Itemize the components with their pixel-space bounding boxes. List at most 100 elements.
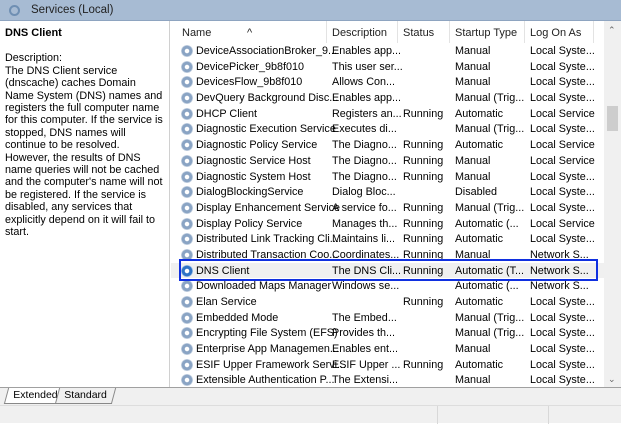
gear-icon xyxy=(181,92,193,105)
service-row[interactable]: Diagnostic Execution Service Executes di.… xyxy=(171,121,604,137)
cell-startup-type: Manual xyxy=(455,45,491,57)
service-row[interactable]: DevicePicker_9b8f010 This user ser... Manu… xyxy=(171,59,604,75)
cell-startup-type: Manual xyxy=(455,248,491,261)
cell-log-on-as: Local Syste... xyxy=(530,170,595,183)
gear-icon xyxy=(181,201,193,214)
cell-startup-type: Automatic xyxy=(455,139,504,152)
cell-name: Enterprise App Managemen... xyxy=(196,343,339,356)
cell-name: DHCP Client xyxy=(196,107,258,120)
cell-description: The Embed... xyxy=(332,311,397,324)
cell-name: DialogBlockingService xyxy=(196,186,304,199)
column-header-status[interactable]: Status xyxy=(403,27,434,39)
cell-log-on-as: Local Syste... xyxy=(530,311,595,324)
service-row[interactable]: Display Policy Service Manages th... Runni… xyxy=(171,216,604,232)
column-header-startup-type[interactable]: Startup Type xyxy=(455,27,517,39)
service-row[interactable]: Diagnostic System Host The Diagno... Runni… xyxy=(171,169,604,185)
cell-name: DNS Client xyxy=(196,264,250,277)
column-header-name[interactable]: Name xyxy=(182,27,211,39)
cell-log-on-as: Network S... xyxy=(530,264,589,277)
cell-name: Diagnostic Policy Service xyxy=(196,139,318,152)
cell-status: Running xyxy=(403,217,444,230)
service-row[interactable]: Embedded Mode The Embed... Manual (Trig...… xyxy=(171,310,604,326)
cell-name: Diagnostic Service Host xyxy=(196,154,311,167)
cell-startup-type: Manual xyxy=(455,76,491,89)
service-row[interactable]: Elan Service Running Automatic Local Syste.… xyxy=(171,294,604,310)
details-pane: DNS Client Description: The DNS Client s… xyxy=(0,21,170,387)
column-header-description[interactable]: Description xyxy=(332,27,387,39)
cell-description: A service fo... xyxy=(332,201,397,214)
column-header-log-on-as[interactable]: Log On As xyxy=(530,27,581,39)
cell-startup-type: Manual xyxy=(455,343,491,356)
cell-description: The Diagno... xyxy=(332,170,397,183)
cell-status: Running xyxy=(403,264,444,277)
cell-startup-type: Manual (Trig... xyxy=(455,311,525,324)
tab-extended-label: Extended xyxy=(13,389,58,401)
cell-log-on-as: Local Syste... xyxy=(530,76,595,89)
tab-standard[interactable]: Standard xyxy=(54,388,116,404)
service-row[interactable]: Distributed Link Tracking Cli... Maintain… xyxy=(171,231,604,247)
cell-log-on-as: Local Syste... xyxy=(530,296,595,308)
cell-description: Allows Con... xyxy=(332,76,396,89)
cell-description: The Extensi... xyxy=(332,374,399,387)
title-bar: Services (Local) xyxy=(0,0,621,21)
cell-startup-type: Automatic xyxy=(455,358,504,371)
service-row[interactable]: Enterprise App Managemen... Enables ent..… xyxy=(171,341,604,357)
cell-log-on-as: Local Syste... xyxy=(530,45,595,57)
gear-icon xyxy=(181,280,193,293)
cell-description: Coordinates... xyxy=(332,248,400,261)
scroll-up-icon[interactable]: ⌃ xyxy=(608,25,616,36)
service-row[interactable]: Downloaded Maps Manager Windows se... Auto… xyxy=(171,278,604,294)
cell-log-on-as: Local Syste... xyxy=(530,233,595,246)
cell-log-on-as: Local Service xyxy=(530,217,595,230)
cell-startup-type: Automatic xyxy=(455,296,504,308)
service-row[interactable]: Encrypting File System (EFS) Provides th.… xyxy=(171,325,604,341)
service-row[interactable]: Diagnostic Policy Service The Diagno... Ru… xyxy=(171,137,604,153)
cell-description: The Diagno... xyxy=(332,154,397,167)
gear-icon xyxy=(181,123,193,136)
service-row[interactable]: Extensible Authentication P... The Extens… xyxy=(171,372,604,387)
cell-name: Extensible Authentication P... xyxy=(196,374,335,387)
cell-description: Enables app... xyxy=(332,92,402,105)
cell-log-on-as: Local Service xyxy=(530,154,595,167)
cell-startup-type: Manual (Trig... xyxy=(455,123,525,136)
cell-description: Maintains li... xyxy=(332,233,396,246)
cell-name: Diagnostic System Host xyxy=(196,170,311,183)
service-row[interactable]: DNS Client The DNS Cli... Running Automatic… xyxy=(171,262,604,279)
gear-icon xyxy=(181,374,193,387)
service-row[interactable]: DHCP Client Registers an... Running Automat… xyxy=(171,106,604,122)
cell-log-on-as: Network S... xyxy=(530,280,589,293)
service-row[interactable]: DialogBlockingService Dialog Bloc... Disab… xyxy=(171,184,604,200)
services-list[interactable]: ^ Name Description Status Startup Type L… xyxy=(171,21,604,387)
cell-startup-type: Manual xyxy=(455,154,491,167)
cell-log-on-as: Local Syste... xyxy=(530,343,595,356)
cell-log-on-as: Local Syste... xyxy=(530,201,595,214)
cell-description: Provides th... xyxy=(332,327,396,340)
scroll-down-icon[interactable]: ⌄ xyxy=(608,374,616,385)
service-row[interactable]: ESIF Upper Framework Servi... ESIF Upper … xyxy=(171,357,604,373)
gear-icon xyxy=(181,217,193,230)
gear-icon xyxy=(181,60,193,73)
gear-icon xyxy=(181,264,193,277)
cell-startup-type: Disabled xyxy=(455,186,498,199)
cell-description: Manages th... xyxy=(332,217,398,230)
vertical-scrollbar[interactable]: ⌃ ⌄ xyxy=(604,21,621,387)
service-row[interactable]: Diagnostic Service Host The Diagno... Runn… xyxy=(171,153,604,169)
cell-description: The Diagno... xyxy=(332,139,397,152)
cell-description: Dialog Bloc... xyxy=(332,186,396,199)
service-row[interactable]: DeviceAssociationBroker_9... Enables app.… xyxy=(171,43,604,59)
gear-icon xyxy=(181,186,193,199)
services-icon xyxy=(9,5,20,16)
service-row[interactable]: DevQuery Background Disc... Enables app..… xyxy=(171,90,604,106)
cell-name: Downloaded Maps Manager xyxy=(196,280,332,293)
gear-icon xyxy=(181,139,193,152)
cell-log-on-as: Local Syste... xyxy=(530,186,595,199)
cell-log-on-as: Local Syste... xyxy=(530,92,595,105)
scrollbar-thumb[interactable] xyxy=(607,106,618,131)
cell-description: Enables app... xyxy=(332,45,402,57)
service-row[interactable]: Display Enhancement Service A service fo.… xyxy=(171,200,604,216)
cell-description: Executes di... xyxy=(332,123,397,136)
cell-name: Embedded Mode xyxy=(196,311,279,324)
service-row[interactable]: DevicesFlow_9b8f010 Allows Con... Manual Lo… xyxy=(171,74,604,90)
service-row[interactable]: Distributed Transaction Coo... Coordinate… xyxy=(171,247,604,263)
cell-startup-type: Manual (Trig... xyxy=(455,327,525,340)
